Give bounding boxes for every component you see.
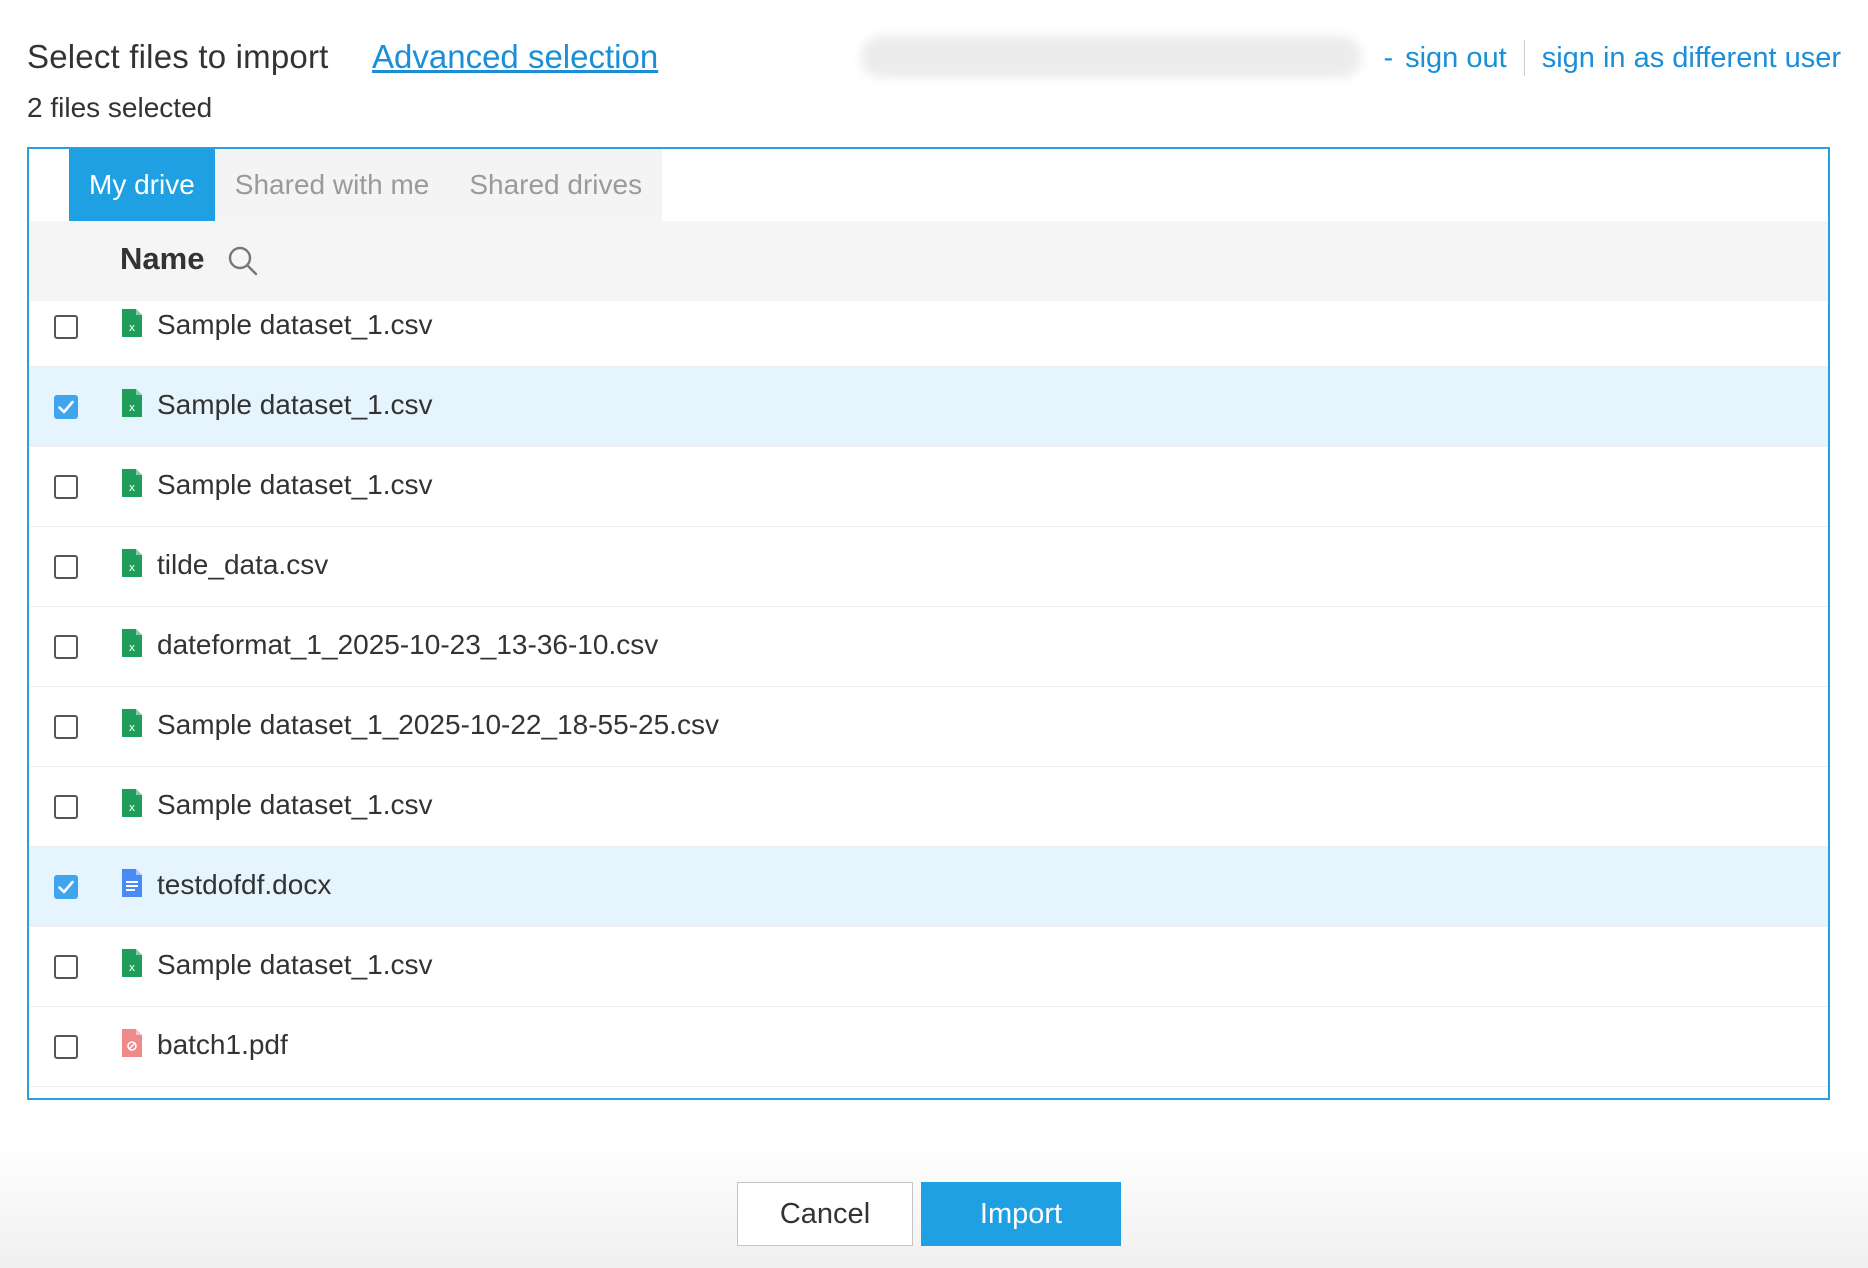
svg-text:x: x <box>129 961 136 974</box>
file-name: Sample dataset_1.csv <box>157 789 433 820</box>
file-name: Sample dataset_1_2025-10-22_18-55-25.csv <box>157 709 719 740</box>
row-checkbox[interactable] <box>54 1035 78 1059</box>
files-selected-count: 2 files selected <box>27 92 213 123</box>
row-checkbox[interactable] <box>54 795 78 819</box>
pdf-file-icon <box>122 1029 142 1057</box>
row-checkbox[interactable] <box>54 475 78 499</box>
table-row[interactable]: x dateformat_1_2025-10-23_13-36-10.csv <box>29 607 1828 687</box>
table-row[interactable]: x Sample dataset_1.csv <box>29 767 1828 847</box>
file-list: x Sample dataset_1.csv x Sample dataset_1.c… <box>29 301 1828 1087</box>
document-file-icon <box>122 869 142 897</box>
file-name: Sample dataset_1.csv <box>157 469 433 500</box>
account-dash: - <box>1383 41 1394 74</box>
row-checkbox[interactable] <box>54 315 78 339</box>
link-divider <box>1523 40 1525 76</box>
spreadsheet-file-icon: x <box>122 709 142 737</box>
advanced-selection-link[interactable]: Advanced selection <box>372 38 658 76</box>
spreadsheet-file-icon: x <box>122 629 142 657</box>
row-checkbox[interactable] <box>54 715 78 739</box>
spreadsheet-file-icon: x <box>122 549 142 577</box>
account-email-redacted <box>861 36 1361 78</box>
table-row[interactable]: x Sample dataset_1.csv <box>29 927 1828 1007</box>
svg-text:x: x <box>129 801 136 814</box>
tab-shared-drives[interactable]: Shared drives <box>449 149 662 221</box>
table-row[interactable]: x Sample dataset_1.csv <box>29 367 1828 447</box>
row-checkbox[interactable] <box>54 955 78 979</box>
table-row[interactable]: batch1.pdf <box>29 1007 1828 1087</box>
svg-text:x: x <box>129 401 136 414</box>
file-browser-panel: My drive Shared with me Shared drives Na… <box>27 147 1830 1100</box>
cancel-button[interactable]: Cancel <box>737 1182 913 1246</box>
row-checkbox[interactable] <box>54 635 78 659</box>
drive-tabs: My drive Shared with me Shared drives <box>69 149 663 221</box>
tab-my-drive[interactable]: My drive <box>69 149 215 221</box>
column-header-name: Name <box>120 241 205 276</box>
table-row[interactable]: x Sample dataset_1.csv <box>29 301 1828 367</box>
spreadsheet-file-icon: x <box>122 949 142 977</box>
file-name: dateformat_1_2025-10-23_13-36-10.csv <box>157 629 659 660</box>
table-row[interactable]: testdofdf.docx <box>29 847 1828 927</box>
file-name: Sample dataset_1.csv <box>157 309 433 340</box>
table-row[interactable]: x Sample dataset_1_2025-10-22_18-55-25.cs… <box>29 687 1828 767</box>
sign-out-link[interactable]: sign out <box>1405 42 1507 75</box>
file-name: Sample dataset_1.csv <box>157 949 433 980</box>
file-name: batch1.pdf <box>157 1029 288 1060</box>
checkmark-icon <box>58 880 74 894</box>
row-checkbox[interactable] <box>54 395 78 419</box>
checkmark-icon <box>58 400 74 414</box>
svg-text:x: x <box>129 481 136 494</box>
svg-text:x: x <box>129 561 136 574</box>
import-button[interactable]: Import <box>921 1182 1121 1246</box>
table-row[interactable]: x tilde_data.csv <box>29 527 1828 607</box>
spreadsheet-file-icon: x <box>122 789 142 817</box>
file-name: Sample dataset_1.csv <box>157 389 433 420</box>
top-bar: Select files to import Advanced selectio… <box>27 30 1841 86</box>
tab-shared-with-me[interactable]: Shared with me <box>215 149 450 221</box>
table-header: Name <box>29 221 1828 301</box>
spreadsheet-file-icon: x <box>122 469 142 497</box>
table-row[interactable]: x Sample dataset_1.csv <box>29 447 1828 527</box>
account-links: - sign out sign in as different user <box>1383 40 1841 76</box>
search-icon[interactable] <box>225 243 261 279</box>
row-checkbox[interactable] <box>54 875 78 899</box>
svg-text:x: x <box>129 321 136 334</box>
sign-in-different-user-link[interactable]: sign in as different user <box>1542 42 1841 75</box>
file-name: tilde_data.csv <box>157 549 329 580</box>
page-title: Select files to import <box>27 38 329 75</box>
svg-text:x: x <box>129 641 136 654</box>
row-checkbox[interactable] <box>54 555 78 579</box>
spreadsheet-file-icon: x <box>122 309 142 337</box>
file-name: testdofdf.docx <box>157 869 332 900</box>
svg-text:x: x <box>129 721 136 734</box>
spreadsheet-file-icon: x <box>122 389 142 417</box>
